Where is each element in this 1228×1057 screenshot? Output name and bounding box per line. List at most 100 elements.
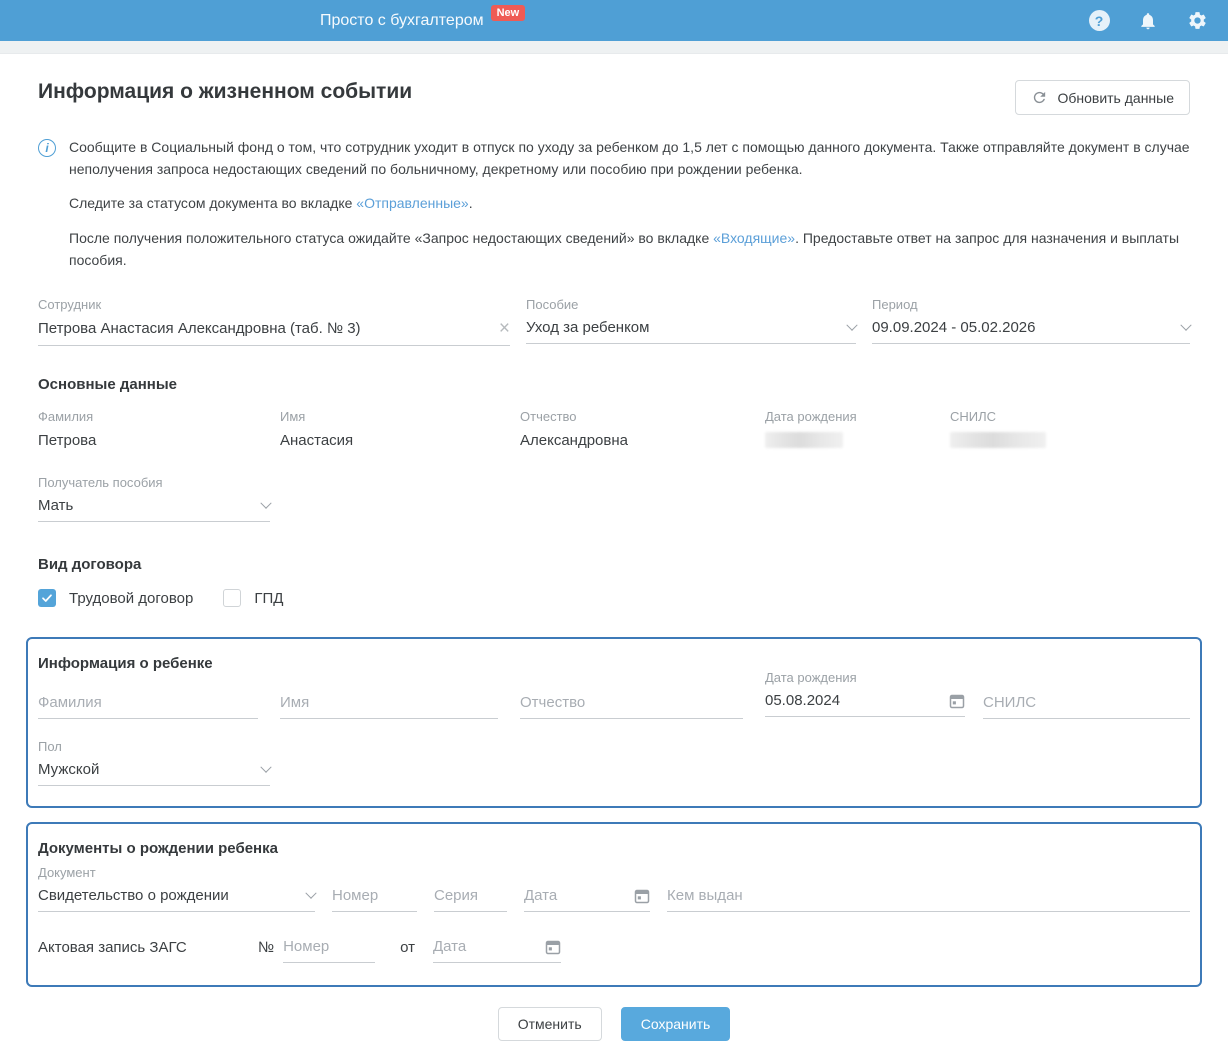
gender-label: Пол [38,739,62,755]
snils-redacted-value [950,432,1046,449]
employee-field[interactable]: × [38,319,510,347]
child-firstname-input[interactable] [280,694,498,712]
document-number-field[interactable] [332,887,417,913]
info-icon: i [38,139,56,157]
help-icon[interactable]: ? [1088,10,1110,32]
middlename-label: Отчество [520,409,577,425]
save-button[interactable]: Сохранить [620,1007,731,1042]
document-issuedby-field[interactable] [667,887,1190,913]
child-birthdate-input[interactable] [765,692,949,710]
period-select[interactable]: 09.09.2024 - 05.02.2026 [872,319,1192,345]
snils-label: СНИЛС [950,409,997,425]
zags-number-input[interactable] [283,938,376,956]
firstname-label: Имя [280,409,306,425]
zags-date-field[interactable] [432,938,561,964]
bell-icon[interactable] [1137,10,1159,32]
zags-number-sign: № [258,939,275,957]
document-type-value: Свидетельство о рождении [38,887,229,905]
benefit-label: Пособие [526,297,579,313]
main-data-section: Основные данные Фамилия Петрова Имя Анас… [38,376,1190,523]
document-number-input[interactable] [332,887,417,905]
gender-value: Мужской [38,761,100,779]
contract-type-title: Вид договора [38,556,142,574]
benefit-select[interactable]: Уход за ребенком [526,319,858,345]
chevron-down-icon[interactable] [1180,319,1192,331]
refresh-icon [1031,89,1048,106]
period-label: Период [872,297,918,313]
lastname-label: Фамилия [38,409,94,425]
sent-tab-link[interactable]: «Отправленные» [356,195,468,211]
gender-select[interactable]: Мужской [38,761,272,787]
child-snils-field[interactable] [983,694,1190,720]
document-series-input[interactable] [434,887,507,905]
info-notice: i Сообщите в Социальный фонд о том, что … [38,137,1190,271]
calendar-icon[interactable] [634,888,650,904]
info-paragraph-1: Сообщите в Социальный фонд о том, что со… [69,139,1190,177]
top-bar: Просто с бухгалтером New ? [0,0,1228,41]
gpd-label: ГПД [254,589,284,607]
zags-date-input[interactable] [432,938,545,956]
topbar-icons: ? [1088,10,1228,32]
benefit-value: Уход за ребенком [526,319,650,337]
clear-icon[interactable]: × [499,319,510,338]
gpd-checkbox[interactable]: ГПД [223,589,284,608]
new-badge: New [490,5,526,21]
document-type-select[interactable]: Свидетельство о рождении [38,887,317,913]
document-date-field[interactable] [524,887,650,913]
app-title-wrap: Просто с бухгалтером New [320,0,526,41]
birth-documents-section: Документы о рождении ребенка Документ Св… [26,822,1202,988]
child-info-title: Информация о ребенке [38,655,213,673]
document-type-label: Документ [38,865,96,881]
child-middlename-field[interactable] [520,694,743,720]
employment-contract-label: Трудовой договор [69,589,194,607]
birth-documents-title: Документы о рождении ребенка [38,840,278,858]
employee-label: Сотрудник [38,297,102,313]
chevron-down-icon[interactable] [305,887,317,899]
chevron-down-icon[interactable] [260,497,272,509]
birthdate-redacted-value [765,432,843,449]
refresh-data-button[interactable]: Обновить данные [1015,80,1190,115]
period-value: 09.09.2024 - 05.02.2026 [872,319,1036,337]
zags-record-label: Актовая запись ЗАГС [38,939,187,957]
recipient-value: Мать [38,497,74,515]
child-lastname-input[interactable] [38,694,258,712]
child-birthdate-field[interactable] [765,692,965,718]
recipient-label: Получатель пособия [38,475,163,491]
chevron-down-icon[interactable] [260,761,272,773]
document-date-input[interactable] [524,887,634,905]
employment-contract-checkbox[interactable]: Трудовой договор [38,589,194,608]
info-paragraph-3: После получения положительного статуса о… [69,230,1180,268]
page-title: Информация о жизненном событии [38,80,413,103]
life-event-form: Информация о жизненном событии Обновить … [0,54,1228,1057]
firstname-value: Анастасия [280,432,354,450]
lastname-value: Петрова [38,432,97,450]
unchecked-checkbox-icon[interactable] [223,589,242,608]
document-issuedby-input[interactable] [667,887,1190,905]
info-paragraph-2: Следите за статусом документа во вкладке… [69,195,473,212]
document-series-field[interactable] [434,887,507,913]
main-data-title: Основные данные [38,376,177,394]
inbox-tab-link[interactable]: «Входящие» [713,230,795,246]
employee-input[interactable] [38,320,499,338]
zags-ot-label: от [400,939,415,957]
form-actions: Отменить Сохранить [38,987,1190,1057]
contract-type-section: Вид договора Трудовой договор ГПД [38,556,1190,608]
child-lastname-field[interactable] [38,694,258,720]
zags-number-field[interactable] [283,938,376,964]
birthdate-label: Дата рождения [765,409,857,425]
child-firstname-field[interactable] [280,694,498,720]
header-divider [0,41,1228,54]
middlename-value: Александровна [520,432,628,450]
chevron-down-icon[interactable] [846,319,858,331]
calendar-icon[interactable] [949,693,965,709]
cancel-button[interactable]: Отменить [497,1007,602,1042]
child-middlename-input[interactable] [520,694,743,712]
child-info-section: Информация о ребенке Дата рождения [26,637,1202,809]
gear-icon[interactable] [1186,10,1208,32]
child-snils-input[interactable] [983,694,1190,712]
calendar-icon[interactable] [545,939,561,955]
refresh-button-label: Обновить данные [1057,89,1174,106]
checked-checkbox-icon[interactable] [38,589,56,608]
recipient-select[interactable]: Мать [38,497,272,523]
child-birthdate-label: Дата рождения [765,670,857,686]
